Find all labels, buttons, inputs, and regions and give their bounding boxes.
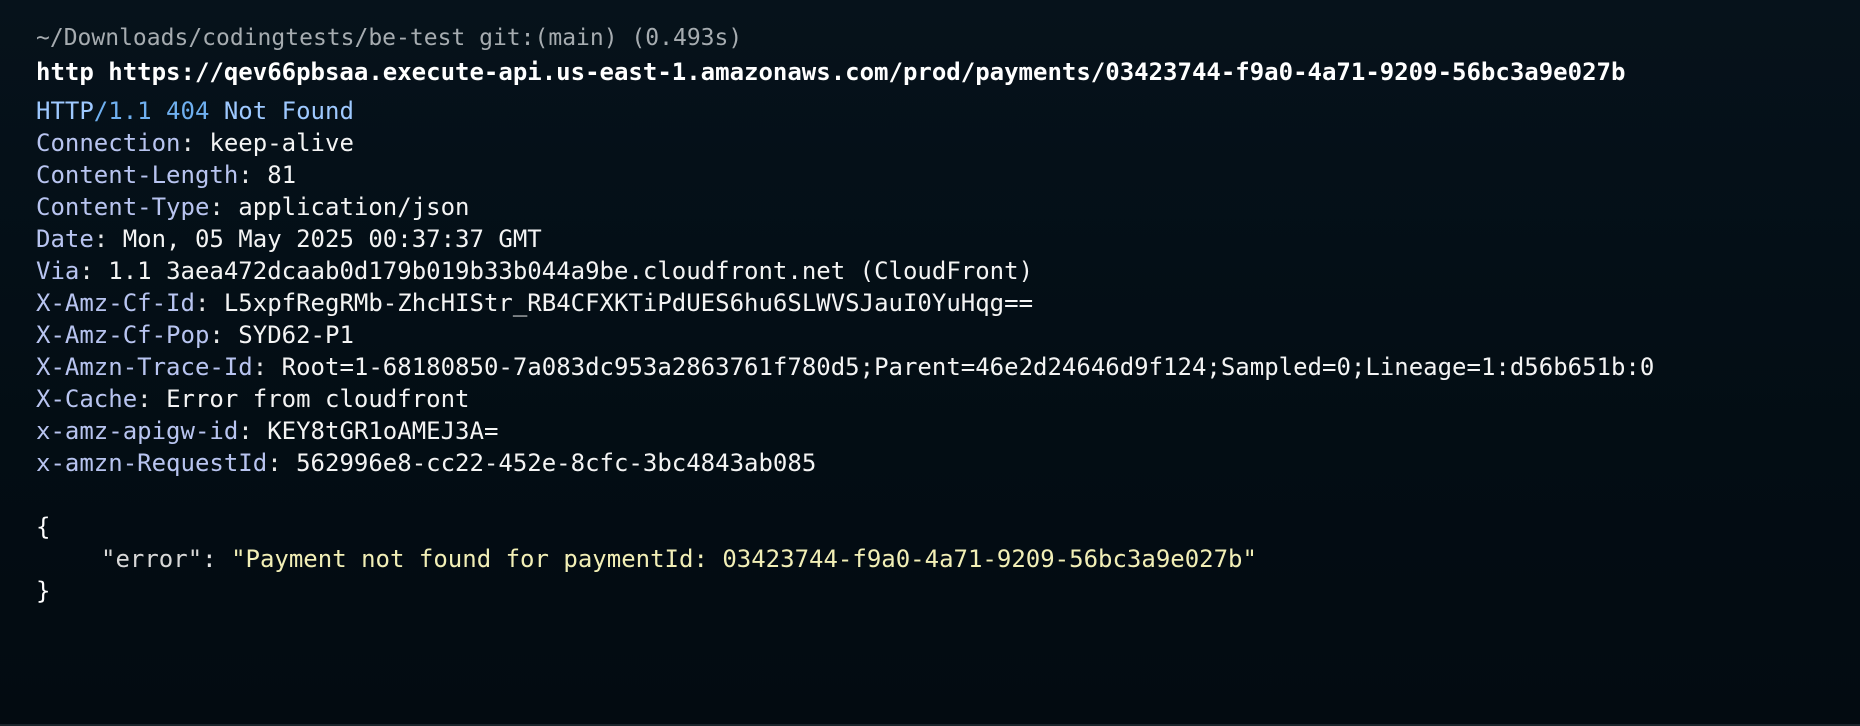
http-protocol: HTTP [36, 97, 94, 125]
http-status-reason: Not Found [223, 97, 354, 125]
http-version: /1.1 [93, 97, 152, 125]
header-value: Mon, 05 May 2025 00:37:37 GMT [122, 225, 542, 253]
shell-prompt: ~/Downloads/codingtests/be-test git:(mai… [36, 25, 743, 51]
header-name: Connection [36, 129, 181, 157]
header-value: 562996e8-cc22-452e-8cfc-3bc4843ab085 [296, 449, 817, 477]
command-line: http https://qev66pbsaa.execute-api.us-e… [36, 58, 1626, 86]
header-line: x-amzn-RequestId: 562996e8-cc22-452e-8cf… [36, 449, 817, 477]
json-value: "Payment not found for paymentId: 034237… [231, 545, 1257, 573]
header-value: L5xpfRegRMb-ZhcHIStr_RB4CFXKTiPdUES6hu6S… [223, 289, 1034, 317]
json-body: { "error": "Payment not found for paymen… [36, 511, 1860, 607]
header-name: X-Cache [36, 385, 138, 413]
json-key: "error" [101, 545, 203, 573]
header-line: Connection: keep-alive [36, 129, 354, 157]
header-line: x-amz-apigw-id: KEY8tGR1oAMEJ3A= [36, 417, 499, 445]
header-line: Content-Length: 81 [36, 161, 297, 189]
header-line: Date: Mon, 05 May 2025 00:37:37 GMT [36, 225, 542, 253]
json-error-line: "error": "Payment not found for paymentI… [101, 545, 1257, 573]
header-value: application/json [238, 193, 470, 221]
terminal-window[interactable]: ~/Downloads/codingtests/be-test git:(mai… [0, 0, 1860, 726]
json-close-brace: } [36, 577, 51, 605]
header-value: Root=1-68180850-7a083dc953a2863761f780d5… [281, 353, 1655, 381]
header-line: X-Amz-Cf-Id: L5xpfRegRMb-ZhcHIStr_RB4CFX… [36, 289, 1034, 317]
header-name: Content-Length [36, 161, 239, 189]
header-name: X-Amz-Cf-Pop [36, 321, 210, 349]
header-line: Content-Type: application/json [36, 193, 470, 221]
header-value: SYD62-P1 [238, 321, 354, 349]
header-name: X-Amz-Cf-Id [36, 289, 195, 317]
header-line: Via: 1.1 3aea472dcaab0d179b019b33b044a9b… [36, 257, 1034, 285]
http-status-line: HTTP/1.1 404 Not Found [36, 95, 1860, 127]
header-value: 1.1 3aea472dcaab0d179b019b33b044a9be.clo… [108, 257, 1034, 285]
header-name: Content-Type [36, 193, 210, 221]
header-name: Via [36, 257, 80, 285]
response-headers: Connection: keep-alive Content-Length: 8… [36, 127, 1860, 479]
header-value: Error from cloudfront [166, 385, 470, 413]
header-value: KEY8tGR1oAMEJ3A= [267, 417, 499, 445]
json-open-brace: { [36, 513, 51, 541]
header-name: Date [36, 225, 94, 253]
http-status-code: 404 [166, 97, 210, 125]
header-value: 81 [267, 161, 297, 189]
header-line: X-Amz-Cf-Pop: SYD62-P1 [36, 321, 354, 349]
header-name: x-amzn-RequestId [36, 449, 268, 477]
header-name: x-amz-apigw-id [36, 417, 239, 445]
header-line: X-Amzn-Trace-Id: Root=1-68180850-7a083dc… [36, 353, 1655, 381]
header-line: X-Cache: Error from cloudfront [36, 385, 470, 413]
header-name: X-Amzn-Trace-Id [36, 353, 253, 381]
header-value: keep-alive [209, 129, 354, 157]
